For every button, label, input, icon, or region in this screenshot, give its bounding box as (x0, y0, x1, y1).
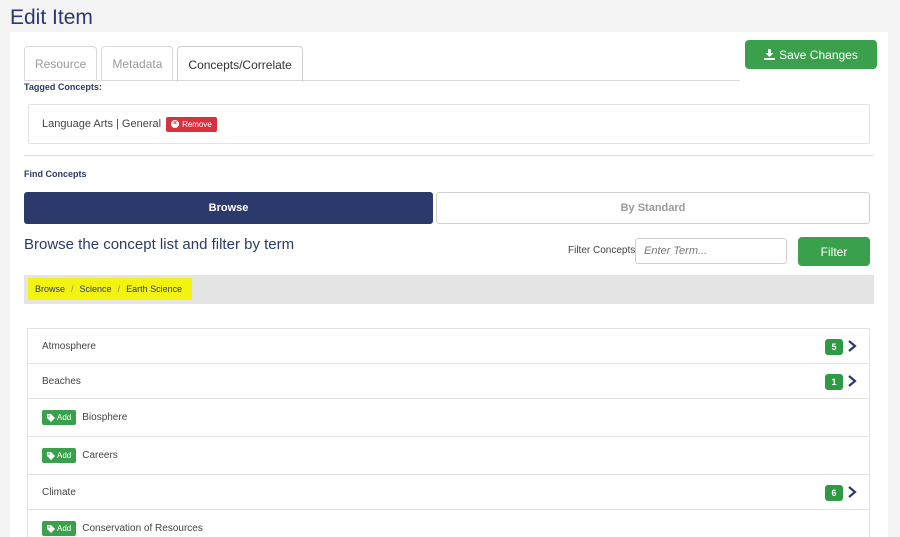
breadcrumb-earth-science: Earth Science (126, 284, 183, 294)
breadcrumb: Browse / Science / Earth Science (28, 278, 193, 300)
chevron-right-icon[interactable] (847, 375, 857, 387)
concept-count-badge: 6 (825, 485, 843, 501)
list-item[interactable]: Climate 6 (28, 475, 869, 510)
add-label: Add (57, 413, 72, 422)
remove-concept-button[interactable]: × Remove (166, 116, 217, 132)
tab-resource[interactable]: Resource (24, 46, 98, 81)
remove-label: Remove (182, 119, 212, 129)
tab-bar: Resource Metadata Concepts/Correlate (24, 46, 307, 82)
tagged-concept-label: Language Arts | General (42, 118, 162, 130)
breadcrumb-separator: / (117, 284, 121, 294)
tab-concepts-correlate[interactable]: Concepts/Correlate (177, 46, 303, 82)
add-concept-button[interactable]: Add (42, 448, 77, 463)
filter-concepts-label: Filter Concepts (568, 245, 636, 256)
filter-button[interactable]: Filter (798, 237, 870, 266)
chevron-right-icon[interactable] (847, 486, 857, 498)
chevron-right-icon[interactable] (847, 340, 857, 352)
tag-icon (47, 413, 55, 422)
list-item[interactable]: Atmosphere 5 (28, 329, 869, 364)
tag-icon (47, 451, 55, 460)
tag-icon (47, 524, 55, 533)
browse-heading: Browse the concept list and filter by te… (24, 236, 295, 253)
browse-mode-button[interactable]: Browse (24, 192, 433, 224)
concept-label: Beaches (42, 375, 81, 387)
save-changes-label: Save Changes (779, 47, 858, 62)
tagged-concepts-heading: Tagged Concepts: (24, 82, 102, 92)
add-concept-button[interactable]: Add (42, 521, 77, 536)
concept-label: Atmosphere (42, 340, 96, 352)
breadcrumb-bar: Browse / Science / Earth Science (24, 275, 874, 304)
add-label: Add (57, 524, 72, 533)
page-title: Edit Item (10, 6, 93, 29)
remove-x-icon: × (171, 120, 180, 128)
edit-panel: Resource Metadata Concepts/Correlate Sav… (10, 32, 888, 537)
list-item[interactable]: Beaches 1 (28, 364, 869, 399)
concept-count-badge: 5 (825, 339, 843, 355)
tab-metadata[interactable]: Metadata (101, 46, 174, 81)
concept-count-badge: 1 (825, 374, 843, 390)
list-item: Add Careers (28, 437, 869, 475)
breadcrumb-science[interactable]: Science (80, 284, 112, 294)
concept-label: Conservation of Resources (82, 523, 203, 534)
filter-term-input[interactable] (635, 238, 787, 264)
concept-label: Biosphere (82, 412, 128, 423)
section-divider (24, 155, 874, 156)
tab-divider (24, 80, 740, 81)
list-item: Add Conservation of Resources (28, 510, 869, 537)
tagged-concepts-box: Language Arts | General × Remove (28, 104, 870, 144)
add-concept-button[interactable]: Add (42, 410, 77, 425)
concept-label: Climate (42, 486, 76, 498)
save-changes-button[interactable]: Save Changes (745, 40, 877, 69)
breadcrumb-browse[interactable]: Browse (35, 284, 65, 294)
add-label: Add (57, 451, 72, 460)
by-standard-mode-button[interactable]: By Standard (436, 192, 870, 224)
concept-label: Careers (82, 450, 118, 461)
find-concepts-heading: Find Concepts (24, 169, 87, 179)
concept-list: Atmosphere 5 Beaches 1 Add Biosphere Add… (27, 328, 870, 537)
download-icon (764, 49, 776, 60)
breadcrumb-separator: / (71, 284, 74, 294)
list-item: Add Biosphere (28, 399, 869, 437)
